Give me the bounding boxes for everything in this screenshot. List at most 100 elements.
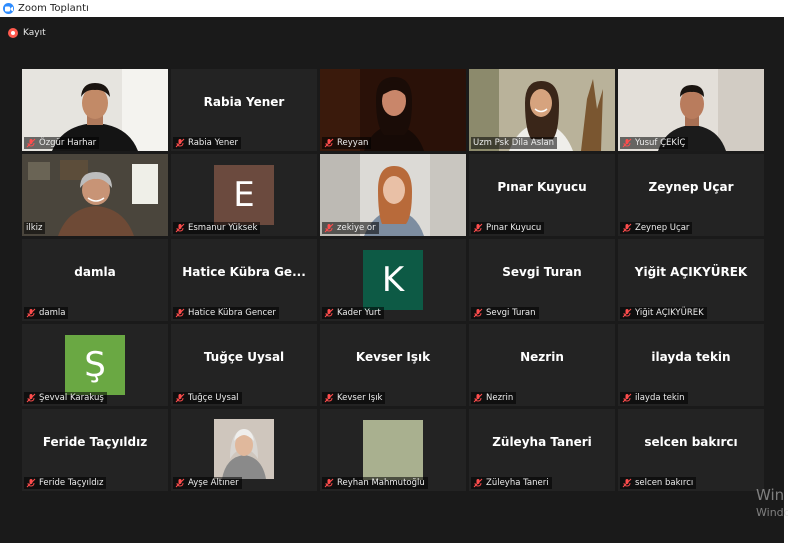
participant-tile[interactable]: Zeynep Uçar Zeynep Uçar [618, 154, 764, 236]
participant-tile[interactable]: Uzm Psk Dila Aslan [469, 69, 615, 151]
participant-tile[interactable]: selcen bakırcı selcen bakırcı [618, 409, 764, 491]
participant-label: Reyhan Mahmutoğlu [322, 477, 428, 489]
participant-label: Reyyan [322, 137, 372, 149]
participant-name: Yiğit AÇIKYÜREK [635, 308, 704, 318]
muted-mic-icon [473, 308, 483, 318]
title-bar: Zoom Toplantı [0, 0, 788, 17]
participant-label: Yusuf ÇEKİÇ [620, 137, 689, 149]
participant-name: Tuğçe Uysal [188, 393, 239, 403]
windows-activation-watermark: Win Windo [756, 486, 788, 522]
participant-tile[interactable]: E Esmanur Yüksek [171, 154, 317, 236]
participant-tile[interactable]: Yiğit AÇIKYÜREK Yiğit AÇIKYÜREK [618, 239, 764, 321]
muted-mic-icon [175, 308, 185, 318]
participant-tile[interactable]: damla damla [22, 239, 168, 321]
participant-name: Kader Yurt [337, 308, 381, 318]
participant-avatar [363, 420, 423, 480]
muted-mic-icon [175, 478, 185, 488]
participant-profile-photo [214, 419, 274, 479]
recording-label: Kayıt [23, 28, 46, 38]
participant-tile[interactable]: zekiye or [320, 154, 466, 236]
participant-label: Rabia Yener [173, 137, 241, 149]
participant-label: Sevgi Turan [471, 307, 539, 319]
participant-tile[interactable]: Tuğçe Uysal Tuğçe Uysal [171, 324, 317, 406]
muted-mic-icon [324, 223, 334, 233]
muted-mic-icon [622, 138, 632, 148]
participant-label: zekiye or [322, 222, 379, 234]
participant-tile[interactable]: Nezrin Nezrin [469, 324, 615, 406]
participant-label: Yiğit AÇIKYÜREK [620, 307, 707, 319]
muted-mic-icon [324, 138, 334, 148]
participant-display-name: ilayda tekin [651, 350, 731, 364]
muted-mic-icon [26, 393, 36, 403]
muted-mic-icon [175, 138, 185, 148]
muted-mic-icon [324, 478, 334, 488]
participant-label: damla [24, 307, 69, 319]
participant-tile[interactable]: Sevgi Turan Sevgi Turan [469, 239, 615, 321]
participant-display-name: Tuğçe Uysal [203, 350, 285, 364]
participant-display-name: Pınar Kuyucu [497, 180, 587, 194]
avatar-initial: Ş [84, 345, 106, 385]
participant-tile[interactable]: K Kader Yurt [320, 239, 466, 321]
participant-tile[interactable]: Reyyan [320, 69, 466, 151]
participant-tile[interactable]: Rabia Yener Rabia Yener [171, 69, 317, 151]
muted-mic-icon [26, 138, 36, 148]
muted-mic-icon [622, 223, 632, 233]
participant-label: Pınar Kuyucu [471, 222, 545, 234]
participant-name: Özgür Harhar [39, 138, 97, 148]
participant-label: Tuğçe Uysal [173, 392, 242, 404]
participant-name: damla [39, 308, 66, 318]
muted-mic-icon [26, 478, 36, 488]
participant-display-name: Yiğit AÇIKYÜREK [634, 265, 748, 279]
participant-label: Şevval Karakuş [24, 392, 107, 404]
participant-name: Şevval Karakuş [39, 393, 104, 403]
muted-mic-icon [175, 223, 185, 233]
participant-display-name: Zeynep Uçar [648, 180, 734, 194]
muted-mic-icon [622, 393, 632, 403]
participant-name: Sevgi Turan [486, 308, 536, 318]
participant-display-name: Feride Taçyıldız [42, 435, 148, 449]
participant-tile-active-speaker[interactable]: ilkiz [22, 154, 168, 236]
participant-display-name: Kevser Işık [355, 350, 431, 364]
participant-display-name: Sevgi Turan [502, 265, 582, 279]
participant-name: Uzm Psk Dila Aslan [473, 138, 555, 148]
participant-name: Züleyha Taneri [486, 478, 549, 488]
participant-name: Reyyan [337, 138, 369, 148]
participant-name: Reyhan Mahmutoğlu [337, 478, 425, 488]
watermark-line: Win [756, 486, 785, 504]
participant-tile[interactable]: Hatice Kübra Ge... Hatice Kübra Gencer [171, 239, 317, 321]
participant-name: Zeynep Uçar [635, 223, 690, 233]
participant-display-name: damla [74, 265, 116, 279]
participant-label: Ayşe Altıner [173, 477, 242, 489]
recording-indicator[interactable]: Kayıt [8, 26, 46, 40]
participant-tile[interactable]: Özgür Harhar [22, 69, 168, 151]
muted-mic-icon [473, 223, 483, 233]
avatar-initial: K [381, 260, 405, 300]
participant-tile[interactable]: Ş Şevval Karakuş [22, 324, 168, 406]
participant-label: Kevser Işık [322, 392, 386, 404]
participant-tile[interactable]: Yusuf ÇEKİÇ [618, 69, 764, 151]
participant-name: Rabia Yener [188, 138, 238, 148]
participant-tile[interactable]: Reyhan Mahmutoğlu [320, 409, 466, 491]
participant-name: Esmanur Yüksek [188, 223, 258, 233]
participant-tile[interactable]: Kevser Işık Kevser Işık [320, 324, 466, 406]
participant-label: Özgür Harhar [24, 137, 100, 149]
participant-tile[interactable]: Ayşe Altıner [171, 409, 317, 491]
participant-display-name: Rabia Yener [203, 95, 285, 109]
participant-label: Esmanur Yüksek [173, 222, 261, 234]
participant-name: Hatice Kübra Gencer [188, 308, 276, 318]
participant-name: zekiye or [337, 223, 376, 233]
participant-label: Feride Taçyıldız [24, 477, 107, 489]
participant-label: ilkiz [24, 222, 46, 234]
participant-tile[interactable]: Pınar Kuyucu Pınar Kuyucu [469, 154, 615, 236]
participant-tile[interactable]: Züleyha Taneri Züleyha Taneri [469, 409, 615, 491]
muted-mic-icon [622, 478, 632, 488]
participant-display-name: Nezrin [520, 350, 564, 364]
gallery-view: Özgür Harhar Rabia Yener Rabia Yener Rey… [22, 69, 764, 491]
participant-avatar: K [363, 250, 423, 310]
participant-label: selcen bakırcı [620, 477, 697, 489]
participant-tile[interactable]: Feride Taçyıldız Feride Taçyıldız [22, 409, 168, 491]
participant-tile[interactable]: ilayda tekin ilayda tekin [618, 324, 764, 406]
participant-label: Hatice Kübra Gencer [173, 307, 279, 319]
muted-mic-icon [324, 393, 334, 403]
participant-display-name: Züleyha Taneri [492, 435, 592, 449]
